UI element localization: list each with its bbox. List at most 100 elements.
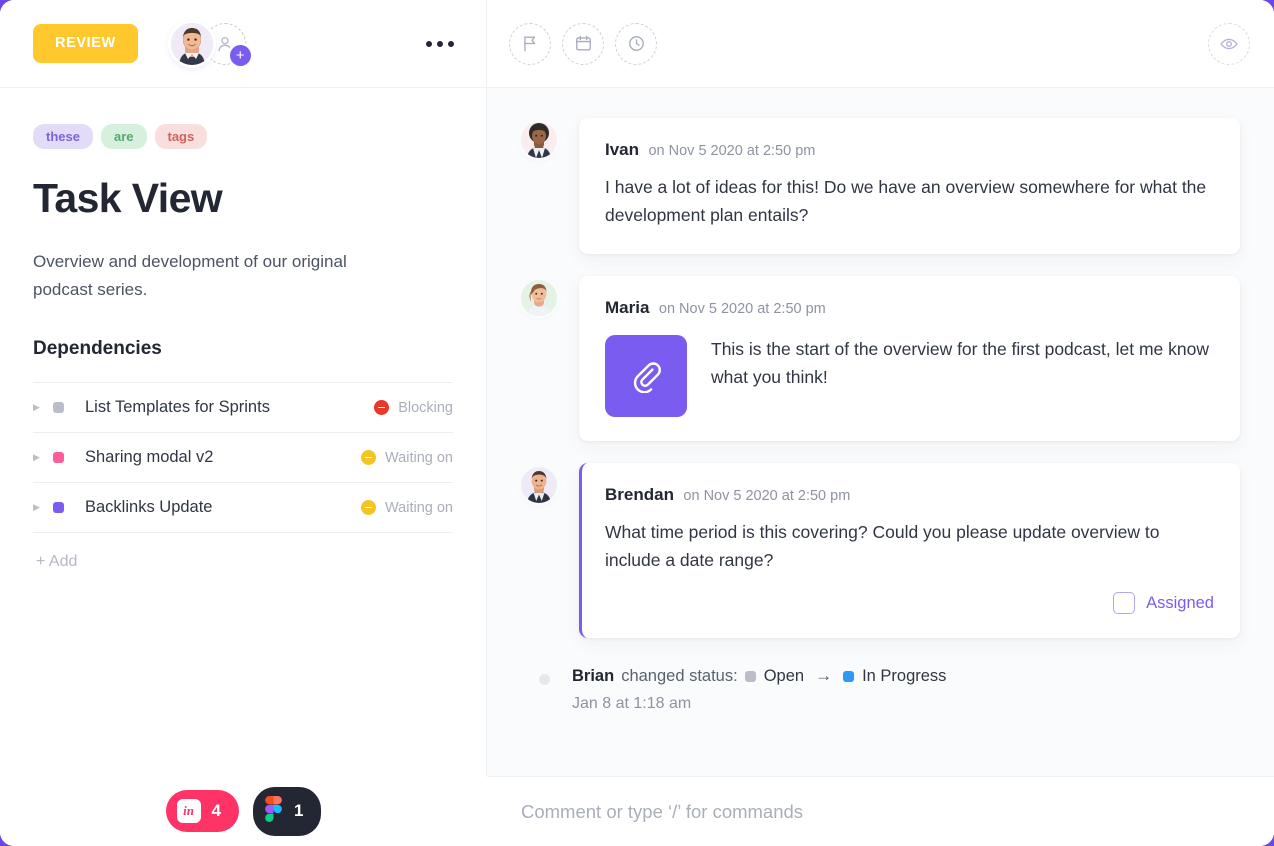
chevron-right-icon[interactable]: ▶ bbox=[33, 502, 53, 513]
dot-icon bbox=[437, 40, 443, 47]
status-square-icon bbox=[744, 670, 756, 682]
status-button[interactable]: REVIEW bbox=[33, 24, 138, 63]
arrow-right-icon: → bbox=[815, 666, 833, 686]
dependencies-heading: Dependencies bbox=[33, 338, 162, 360]
comment-card: Brendan on Nov 5 2020 at 2:50 pm What ti… bbox=[579, 462, 1240, 639]
status-square-icon bbox=[53, 402, 64, 414]
tag-chip[interactable]: are bbox=[100, 124, 147, 149]
watch-icon-button[interactable] bbox=[1208, 22, 1250, 65]
dependency-row[interactable]: ▶ Sharing modal v2 Waiting on bbox=[33, 433, 453, 484]
comment-card: Ivan on Nov 5 2020 at 2:50 pm I have a l… bbox=[579, 118, 1240, 254]
dependency-status-label: Waiting on bbox=[385, 449, 453, 466]
comment-item: Maria on Nov 5 2020 at 2:50 pm This is t… bbox=[521, 275, 1240, 441]
status-square-icon bbox=[53, 502, 64, 514]
dependency-status-label: Waiting on bbox=[385, 499, 453, 516]
task-content: these are tags Task View Overview and de… bbox=[0, 88, 486, 846]
dependency-name: Backlinks Update bbox=[85, 498, 213, 517]
avatar[interactable] bbox=[170, 22, 213, 65]
figma-badge[interactable]: 1 bbox=[253, 786, 322, 836]
comment-header: Brendan on Nov 5 2020 at 2:50 pm bbox=[605, 485, 1214, 505]
comment-header: Ivan on Nov 5 2020 at 2:50 pm bbox=[605, 140, 1214, 160]
clock-icon bbox=[628, 36, 644, 51]
avatar[interactable] bbox=[521, 122, 557, 158]
comment-text: What time period is this covering? Could… bbox=[605, 521, 1160, 571]
comment-timestamp: on Nov 5 2020 at 2:50 pm bbox=[658, 300, 826, 317]
comment-composer bbox=[487, 776, 1274, 846]
activity-line: Brian changed status: Open → In Progress bbox=[572, 666, 946, 686]
assigned-checkbox[interactable] bbox=[1113, 592, 1136, 615]
paperclip-icon bbox=[633, 362, 661, 393]
invision-count: 4 bbox=[211, 801, 221, 820]
eye-icon bbox=[1220, 38, 1238, 49]
page-title: Task View bbox=[33, 175, 223, 221]
dependency-status: Blocking bbox=[374, 400, 453, 416]
dot-icon bbox=[448, 40, 454, 47]
attachment-tile[interactable] bbox=[605, 334, 687, 417]
chevron-right-icon[interactable]: ▶ bbox=[33, 402, 53, 413]
status-from: Open bbox=[744, 666, 805, 686]
task-detail-panel: REVIEW + these are tags Task View Overvi… bbox=[0, 0, 487, 846]
comment-thread: Ivan on Nov 5 2020 at 2:50 pm I have a l… bbox=[487, 88, 1274, 846]
flag-icon-button[interactable] bbox=[509, 22, 551, 65]
dependency-name: List Templates for Sprints bbox=[85, 398, 270, 417]
dependencies-list: ▶ List Templates for Sprints Blocking ▶ … bbox=[33, 382, 453, 534]
comment-author: Ivan bbox=[605, 140, 640, 159]
task-description[interactable]: Overview and development of our original… bbox=[33, 248, 383, 303]
avatar[interactable] bbox=[521, 279, 557, 316]
more-options-button[interactable] bbox=[418, 33, 462, 55]
activity-panel: Ivan on Nov 5 2020 at 2:50 pm I have a l… bbox=[487, 0, 1274, 846]
activity-timestamp: Jan 8 at 1:18 am bbox=[572, 695, 692, 713]
avatar[interactable] bbox=[521, 466, 557, 503]
tag-list: these are tags bbox=[33, 124, 453, 149]
invision-badge[interactable]: in 4 bbox=[165, 790, 239, 832]
calendar-icon-button[interactable] bbox=[562, 22, 604, 65]
comment-header: Maria on Nov 5 2020 at 2:50 pm bbox=[605, 298, 1214, 318]
waiting-icon bbox=[361, 500, 377, 516]
blocking-icon bbox=[374, 400, 390, 416]
dependency-name: Sharing modal v2 bbox=[85, 448, 214, 467]
dependency-status: Waiting on bbox=[361, 500, 453, 516]
plus-icon: + bbox=[229, 44, 251, 66]
chevron-right-icon[interactable]: ▶ bbox=[33, 452, 53, 463]
comment-author: Brendan bbox=[605, 484, 674, 504]
task-toolbar: REVIEW + bbox=[0, 0, 486, 88]
add-dependency-button[interactable]: + Add bbox=[33, 533, 453, 571]
calendar-icon bbox=[575, 35, 591, 51]
comment-timestamp: on Nov 5 2020 at 2:50 pm bbox=[648, 143, 816, 159]
comment-item: Brendan on Nov 5 2020 at 2:50 pm What ti… bbox=[521, 462, 1240, 639]
activity-action: changed status: bbox=[621, 666, 738, 685]
tag-chip[interactable]: these bbox=[33, 124, 93, 149]
activity-actor: Brian bbox=[572, 666, 615, 685]
activity-item: Brian changed status: Open → In Progress… bbox=[521, 660, 1240, 713]
assignee-group: + bbox=[170, 22, 251, 66]
comment-author: Maria bbox=[605, 297, 650, 317]
status-to: In Progress bbox=[843, 667, 946, 686]
comment-text: I have a lot of ideas for this! Do we ha… bbox=[605, 177, 1207, 226]
comment-timestamp: on Nov 5 2020 at 2:50 pm bbox=[683, 487, 851, 504]
comment-card: Maria on Nov 5 2020 at 2:50 pm This is t… bbox=[579, 275, 1240, 441]
tag-chip[interactable]: tags bbox=[154, 124, 208, 149]
comment-text: This is the start of the overview for th… bbox=[711, 338, 1209, 388]
figma-count: 1 bbox=[294, 801, 304, 820]
waiting-icon bbox=[361, 450, 377, 466]
status-square-icon bbox=[53, 452, 64, 464]
comment-input[interactable] bbox=[521, 800, 1240, 823]
activity-dot-icon bbox=[539, 674, 550, 686]
dependency-status: Waiting on bbox=[361, 450, 453, 466]
app-window: REVIEW + these are tags Task View Overvi… bbox=[0, 0, 1274, 846]
invision-logo-icon: in bbox=[176, 799, 201, 823]
integrations-bar: in 4 1 bbox=[0, 776, 487, 846]
dependency-row[interactable]: ▶ Backlinks Update Waiting on bbox=[33, 483, 453, 534]
dot-icon bbox=[426, 40, 432, 47]
assigned-label: Assigned bbox=[1146, 593, 1214, 612]
activity-body: Brian changed status: Open → In Progress… bbox=[572, 666, 946, 713]
assigned-control: Assigned bbox=[605, 592, 1214, 615]
comment-item: Ivan on Nov 5 2020 at 2:50 pm I have a l… bbox=[521, 118, 1240, 254]
activity-toolbar bbox=[487, 0, 1274, 88]
dependency-row[interactable]: ▶ List Templates for Sprints Blocking bbox=[33, 383, 453, 434]
figma-logo-icon bbox=[264, 795, 283, 827]
status-square-icon bbox=[843, 670, 855, 682]
clock-icon-button[interactable] bbox=[615, 22, 657, 65]
status-from-label: Open bbox=[763, 666, 805, 685]
flag-icon bbox=[523, 36, 535, 52]
